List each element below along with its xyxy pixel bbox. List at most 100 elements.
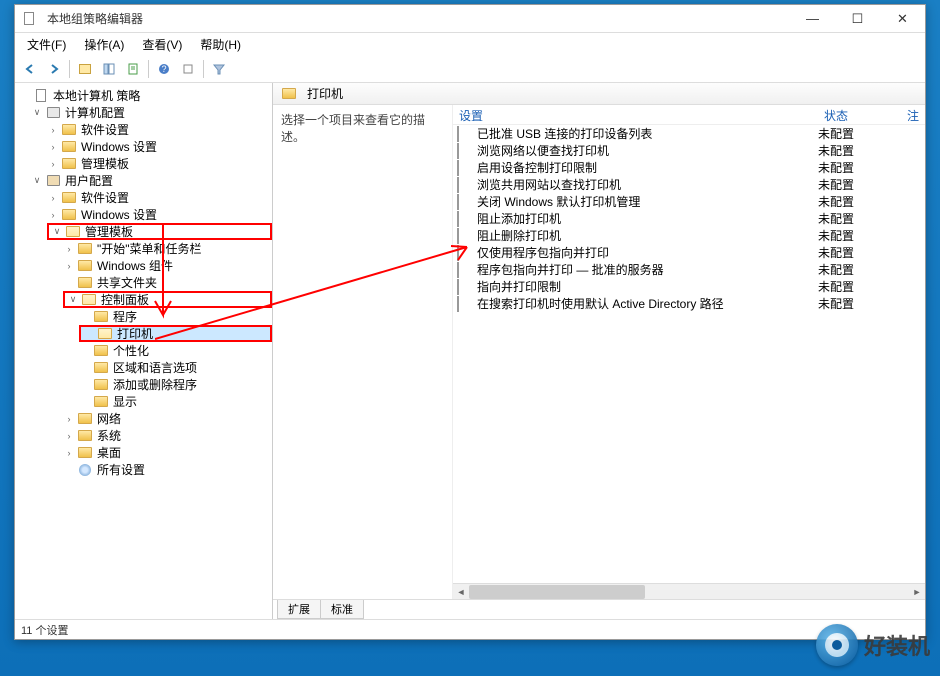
tree-control-panel[interactable]: ∨ 控制面板 <box>63 291 272 308</box>
back-button[interactable] <box>19 58 41 80</box>
expander-icon[interactable] <box>79 362 91 374</box>
col-header-note[interactable]: 注 <box>903 105 925 124</box>
setting-row[interactable]: 仅使用程序包指向并打印未配置 <box>453 244 925 261</box>
expander-icon[interactable] <box>63 277 75 289</box>
expander-icon[interactable]: › <box>47 209 59 221</box>
tree-start-taskbar[interactable]: › "开始"菜单和任务栏 <box>15 240 272 257</box>
tree-all-settings[interactable]: 所有设置 <box>15 461 272 478</box>
tree-pane[interactable]: 本地计算机 策略 ∨ 计算机配置 › 软件设置 › Windows 设置 › 管… <box>15 83 273 619</box>
titlebar-left: 本地组策略编辑器 <box>21 10 143 27</box>
tree-root[interactable]: 本地计算机 策略 <box>15 87 272 104</box>
up-button[interactable] <box>74 58 96 80</box>
policy-item-icon <box>457 297 473 311</box>
expander-icon[interactable]: › <box>63 413 75 425</box>
horizontal-scrollbar[interactable]: ◄ ► <box>453 583 925 599</box>
setting-row[interactable]: 阻止删除打印机未配置 <box>453 227 925 244</box>
close-button[interactable]: ✕ <box>880 5 925 33</box>
col-header-status[interactable]: 状态 <box>818 105 903 124</box>
expander-icon[interactable]: › <box>63 243 75 255</box>
expander-icon[interactable]: › <box>47 141 59 153</box>
scroll-thumb[interactable] <box>469 585 645 599</box>
expander-icon[interactable] <box>79 396 91 408</box>
tree-computer-config[interactable]: ∨ 计算机配置 <box>15 104 272 121</box>
tree-network[interactable]: › 网络 <box>15 410 272 427</box>
setting-row[interactable]: 浏览共用网站以查找打印机未配置 <box>453 176 925 193</box>
status-text: 11 个设置 <box>21 625 68 637</box>
tree-personalization[interactable]: 个性化 <box>15 342 272 359</box>
scroll-right-button[interactable]: ► <box>909 585 925 599</box>
setting-name: 已批准 USB 连接的打印设备列表 <box>477 125 818 142</box>
tree-label: 程序 <box>113 308 137 325</box>
setting-row[interactable]: 已批准 USB 连接的打印设备列表未配置 <box>453 125 925 142</box>
expander-icon[interactable]: › <box>47 158 59 170</box>
tree-label: 打印机 <box>117 325 153 342</box>
menu-action[interactable]: 操作(A) <box>76 34 132 55</box>
expander-icon[interactable] <box>19 90 31 102</box>
setting-row[interactable]: 指向并打印限制未配置 <box>453 278 925 295</box>
tree-windows-settings-1[interactable]: › Windows 设置 <box>15 138 272 155</box>
setting-status: 未配置 <box>818 193 903 210</box>
menu-view[interactable]: 查看(V) <box>134 34 190 55</box>
setting-row[interactable]: 启用设备控制打印限制未配置 <box>453 159 925 176</box>
tree-admin-templates-1[interactable]: › 管理模板 <box>15 155 272 172</box>
setting-row[interactable]: 程序包指向并打印 — 批准的服务器未配置 <box>453 261 925 278</box>
properties-button[interactable] <box>177 58 199 80</box>
folder-icon <box>61 191 77 205</box>
expander-icon[interactable]: ∨ <box>31 175 43 187</box>
tree-windows-settings-2[interactable]: › Windows 设置 <box>15 206 272 223</box>
expander-icon[interactable] <box>79 311 91 323</box>
setting-row[interactable]: 在搜索打印机时使用默认 Active Directory 路径未配置 <box>453 295 925 312</box>
tree-software-settings-1[interactable]: › 软件设置 <box>15 121 272 138</box>
filter-button[interactable] <box>208 58 230 80</box>
tree-system[interactable]: › 系统 <box>15 427 272 444</box>
forward-button[interactable] <box>43 58 65 80</box>
tree-printers[interactable]: 打印机 <box>79 325 272 342</box>
expander-icon[interactable]: › <box>47 124 59 136</box>
tree-add-remove[interactable]: 添加或删除程序 <box>15 376 272 393</box>
right-header-title: 打印机 <box>307 85 343 102</box>
statusbar: 11 个设置 <box>15 619 925 639</box>
tree-display[interactable]: 显示 <box>15 393 272 410</box>
expander-icon[interactable] <box>79 379 91 391</box>
tree-shared-folders[interactable]: 共享文件夹 <box>15 274 272 291</box>
tree-windows-components[interactable]: › Windows 组件 <box>15 257 272 274</box>
setting-row[interactable]: 阻止添加打印机未配置 <box>453 210 925 227</box>
expander-icon[interactable] <box>83 328 95 340</box>
folder-icon <box>93 310 109 324</box>
expander-icon[interactable]: › <box>63 430 75 442</box>
setting-status: 未配置 <box>818 278 903 295</box>
expander-icon[interactable]: › <box>63 447 75 459</box>
help-button[interactable]: ? <box>153 58 175 80</box>
tab-extended[interactable]: 扩展 <box>277 600 321 619</box>
show-hide-tree-button[interactable] <box>98 58 120 80</box>
tab-standard[interactable]: 标准 <box>320 600 364 619</box>
tree-label: 软件设置 <box>81 121 129 138</box>
col-header-setting[interactable]: 设置 <box>453 105 818 124</box>
expander-icon[interactable]: › <box>63 260 75 272</box>
expander-icon[interactable]: ∨ <box>31 107 43 119</box>
setting-row[interactable]: 关闭 Windows 默认打印机管理未配置 <box>453 193 925 210</box>
expander-icon[interactable] <box>63 464 75 476</box>
tree-desktop[interactable]: › 桌面 <box>15 444 272 461</box>
tree-admin-templates-2[interactable]: ∨ 管理模板 <box>47 223 272 240</box>
scroll-left-button[interactable]: ◄ <box>453 585 469 599</box>
scroll-track[interactable] <box>469 585 909 599</box>
setting-row[interactable]: 浏览网络以便查找打印机未配置 <box>453 142 925 159</box>
maximize-button[interactable]: ☐ <box>835 5 880 33</box>
tree-programs[interactable]: 程序 <box>15 308 272 325</box>
menu-file[interactable]: 文件(F) <box>19 34 74 55</box>
settings-list[interactable]: 已批准 USB 连接的打印设备列表未配置浏览网络以便查找打印机未配置启用设备控制… <box>453 125 925 583</box>
expander-icon[interactable]: ∨ <box>51 226 63 238</box>
minimize-button[interactable]: — <box>790 5 835 33</box>
expander-icon[interactable]: › <box>47 192 59 204</box>
tree-software-settings-2[interactable]: › 软件设置 <box>15 189 272 206</box>
tree-region-lang[interactable]: 区域和语言选项 <box>15 359 272 376</box>
tree-user-config[interactable]: ∨ 用户配置 <box>15 172 272 189</box>
expander-icon[interactable]: ∨ <box>67 294 79 306</box>
gear-icon <box>77 463 93 477</box>
export-button[interactable] <box>122 58 144 80</box>
menu-help[interactable]: 帮助(H) <box>192 34 249 55</box>
tree-label: 软件设置 <box>81 189 129 206</box>
expander-icon[interactable] <box>79 345 91 357</box>
setting-status: 未配置 <box>818 244 903 261</box>
